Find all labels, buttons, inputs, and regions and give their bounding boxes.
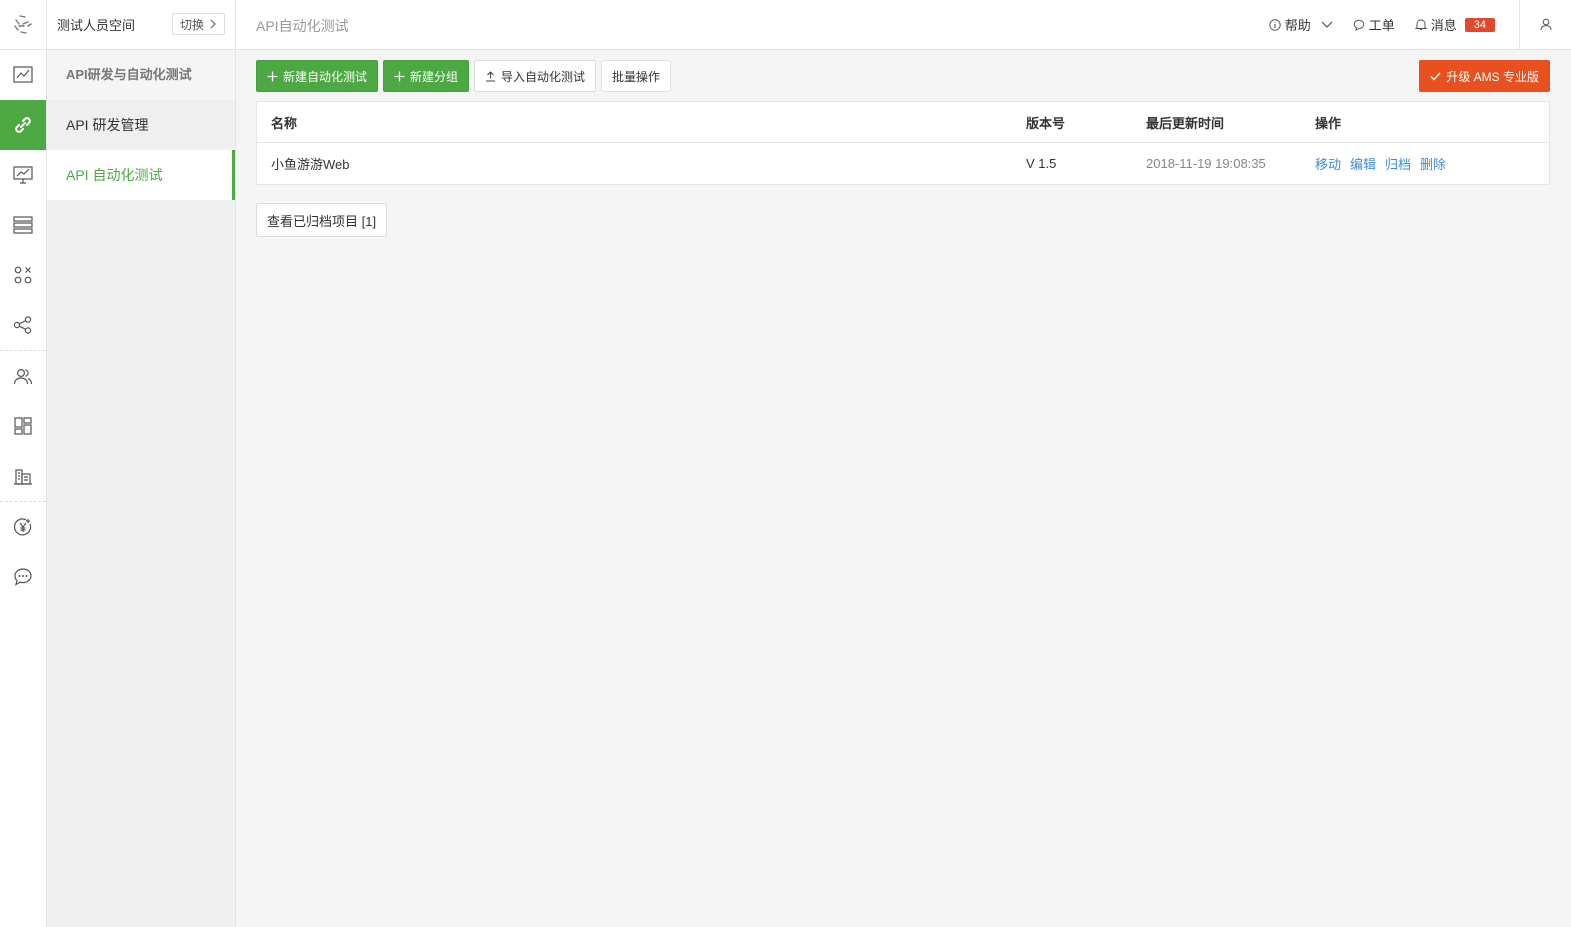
autotest-table: 名称 版本号 最后更新时间 操作 小鱼游游Web V 1.5 2018-11-1…	[256, 101, 1550, 185]
column-header-updated: 最后更新时间	[1146, 115, 1225, 131]
new-group-label: 新建分组	[410, 69, 459, 84]
server-icon	[13, 216, 33, 234]
archive-link[interactable]: 归档	[1385, 154, 1411, 173]
import-autotest-label: 导入自动化测试	[501, 69, 586, 84]
share-icon	[13, 316, 32, 334]
table-header: 名称 版本号 最后更新时间 操作	[257, 102, 1549, 143]
icon-rail	[0, 50, 47, 927]
info-icon	[1269, 18, 1281, 31]
rail-item-share[interactable]	[0, 300, 46, 350]
rail-item-chat[interactable]	[0, 552, 46, 602]
rail-item-layout[interactable]	[0, 401, 46, 451]
rail-item-building[interactable]	[0, 451, 46, 501]
edit-link[interactable]: 编辑	[1350, 154, 1376, 173]
logo-icon	[14, 14, 32, 34]
layout-icon	[14, 417, 32, 435]
row-actions: 移动 编辑 归档 删除	[1315, 154, 1549, 173]
plus-icon	[394, 71, 405, 81]
check-icon	[1430, 71, 1441, 81]
plus-icon	[267, 71, 278, 81]
chevron-down-icon	[1321, 21, 1333, 28]
switch-workspace-button[interactable]: 切换	[171, 13, 225, 35]
team-icon	[13, 368, 33, 385]
monitor-icon	[13, 166, 33, 184]
upgrade-label: 升级 AMS 专业版	[1446, 69, 1539, 84]
ticket-link[interactable]: 工单	[1353, 15, 1395, 34]
ticket-label: 工单	[1368, 18, 1395, 33]
batch-operation-button[interactable]: 批量操作	[601, 60, 672, 92]
upgrade-button[interactable]: 升级 AMS 专业版	[1419, 60, 1550, 92]
building-icon	[14, 469, 32, 485]
view-archived-button[interactable]: 查看已归档项目 [1]	[256, 203, 388, 237]
rail-item-api[interactable]	[0, 100, 46, 150]
chat-icon	[14, 568, 32, 586]
toolbar: 新建自动化测试 新建分组 导入自动化测试 批量操作	[256, 60, 672, 92]
delete-link[interactable]: 删除	[1420, 154, 1446, 173]
project-version: V 1.5	[1026, 156, 1057, 171]
subnav-item-api-autotest[interactable]: API 自动化测试	[47, 150, 235, 200]
column-header-actions: 操作	[1315, 115, 1342, 131]
table-row[interactable]: 小鱼游游Web V 1.5 2018-11-19 19:08:35 移动 编辑 …	[257, 143, 1549, 184]
messages-label: 消息	[1430, 18, 1457, 33]
help-label: 帮助	[1284, 18, 1311, 33]
rail-item-team[interactable]	[0, 351, 46, 401]
rail-item-monitor[interactable]	[0, 150, 46, 200]
switch-label: 切换	[179, 17, 204, 32]
new-autotest-label: 新建自动化测试	[283, 69, 368, 84]
workspace-selector: 测试人员空间 切换	[47, 0, 236, 49]
project-name[interactable]: 小鱼游游Web	[257, 154, 1026, 173]
import-autotest-button[interactable]: 导入自动化测试	[474, 60, 597, 92]
rail-item-server[interactable]	[0, 200, 46, 250]
app-logo[interactable]	[0, 0, 47, 49]
chevron-right-icon	[210, 19, 216, 29]
rail-item-apps[interactable]	[0, 250, 46, 300]
move-link[interactable]: 移动	[1315, 154, 1341, 173]
rail-item-dashboard[interactable]	[0, 50, 46, 100]
chat-bubble-icon	[1353, 19, 1365, 31]
bell-icon	[1414, 19, 1427, 30]
new-group-button[interactable]: 新建分组	[383, 60, 470, 92]
subnav-title: API研发与自动化测试	[47, 50, 235, 100]
billing-icon	[13, 518, 32, 536]
top-header: 测试人员空间 切换 API自动化测试 帮助 工单 消息 34	[0, 0, 1571, 50]
column-header-name: 名称	[271, 115, 298, 131]
new-autotest-button[interactable]: 新建自动化测试	[256, 60, 379, 92]
batch-operation-label: 批量操作	[612, 69, 661, 84]
column-header-version: 版本号	[1026, 115, 1066, 131]
workspace-name: 测试人员空间	[57, 18, 136, 33]
sub-navigation: API研发与自动化测试 API 研发管理 API 自动化测试	[47, 50, 236, 927]
apps-icon	[14, 266, 32, 284]
messages-link[interactable]: 消息 34	[1414, 15, 1495, 34]
messages-count-badge: 34	[1464, 17, 1495, 32]
help-menu[interactable]: 帮助	[1269, 15, 1333, 34]
header-actions: 帮助 工单 消息 34	[1269, 0, 1571, 49]
project-updated-time: 2018-11-19 19:08:35	[1146, 156, 1266, 171]
user-menu[interactable]	[1519, 0, 1571, 49]
rail-item-billing[interactable]	[0, 502, 46, 552]
subnav-item-api-dev[interactable]: API 研发管理	[47, 100, 235, 150]
dashboard-icon	[13, 66, 33, 83]
user-icon	[1540, 18, 1551, 31]
api-link-icon	[15, 117, 31, 133]
page-title: API自动化测试	[256, 18, 349, 34]
upload-icon	[486, 70, 496, 82]
